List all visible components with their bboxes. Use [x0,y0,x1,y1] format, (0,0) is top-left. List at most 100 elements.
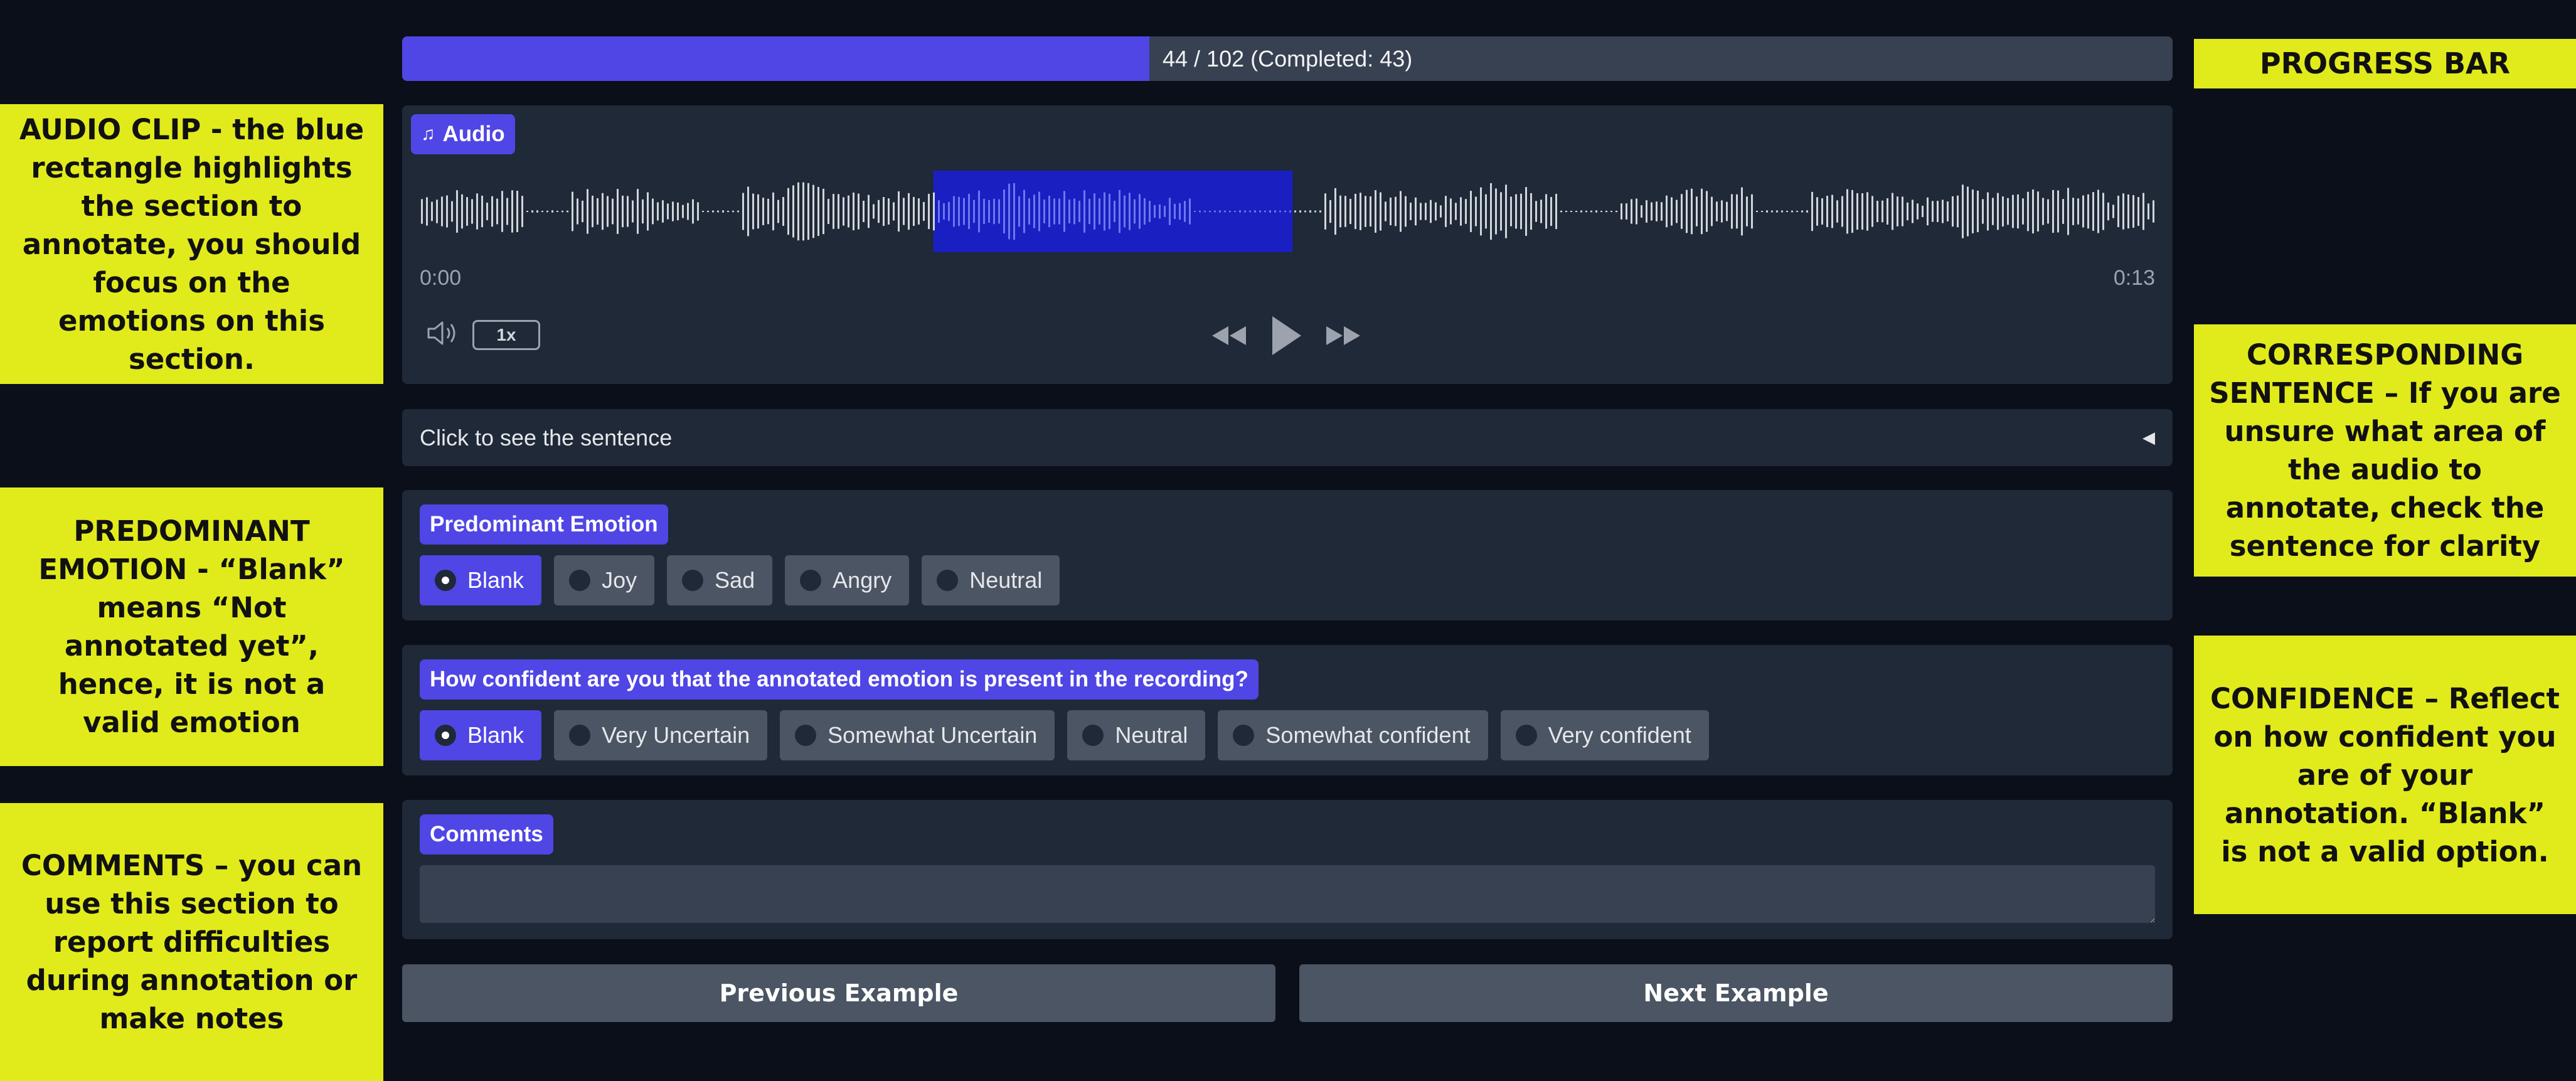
radio-button[interactable] [569,725,591,746]
confidence-option-very-confident[interactable]: Very confident [1500,710,1709,760]
waveform-bar [426,197,428,226]
next-example-button[interactable]: Next Example [1299,964,2173,1022]
radio-button[interactable] [795,725,817,746]
radio-button[interactable] [682,570,704,591]
radio-button[interactable] [1082,725,1104,746]
waveform-bar [1992,198,1994,225]
waveform-bar [1686,189,1688,233]
waveform-bar [1902,196,1903,226]
waveform-bar [1104,192,1105,231]
waveform-bar [1711,196,1713,226]
waveform-bar [1610,211,1612,212]
audio-waveform[interactable] [420,171,2155,252]
waveform-bar [2142,193,2144,230]
radio-button[interactable] [435,570,456,591]
confidence-option-very-uncertain[interactable]: Very Uncertain [554,710,768,760]
waveform-bar [2017,194,2019,229]
emotion-option-label: Joy [602,567,637,593]
waveform-bar [797,182,799,241]
waveform-bar [697,202,699,221]
waveform-bar [1987,192,1989,231]
waveform-bar [1159,204,1161,219]
confidence-option-neutral[interactable]: Neutral [1067,710,1206,760]
waveform-bar [1048,195,1050,228]
waveform-bar [1490,183,1492,240]
radio-button[interactable] [1233,725,1255,746]
waveform-bar [752,193,754,230]
waveform-bar [1751,194,1753,229]
radio-button[interactable] [937,570,959,591]
waveform-bar [1816,197,1818,226]
emotion-option-angry[interactable]: Angry [785,555,910,605]
waveform-bar [782,196,784,226]
waveform-bar [888,198,890,225]
emotion-option-blank[interactable]: Blank [420,555,542,605]
radio-button[interactable] [1515,725,1537,746]
emotion-option-joy[interactable]: Joy [554,555,655,605]
waveform-bar [672,201,674,221]
waveform-bar [2012,194,2014,228]
waveform-bar [1470,191,1472,232]
fast-forward-icon[interactable] [1324,314,1363,358]
waveform-bar [1626,203,1627,220]
waveform-bar [1957,195,1959,228]
rewind-icon[interactable] [1210,314,1248,358]
waveform-bar [1244,210,1246,213]
emotion-option-sad[interactable]: Sad [667,555,773,605]
waveform-bar [1796,211,1798,212]
waveform-bar [948,201,950,221]
waveform-bar [1912,200,1913,223]
waveform-bar [1425,203,1427,220]
waveform-bar [1370,196,1371,227]
waveform-bar [1194,211,1196,212]
waveform-bar [622,195,624,228]
waveform-bar [933,192,935,231]
radio-button[interactable] [569,570,591,591]
radio-button[interactable] [800,570,822,591]
waveform-bar [1114,201,1115,222]
waveform-bar [1776,210,1778,213]
waveform-bar [506,198,508,225]
waveform-bar [531,210,533,213]
waveform-bar [998,199,1000,224]
waveform-bar [1641,205,1642,218]
note-confidence: CONFIDENCE – Reflect on how confident yo… [2194,636,2576,914]
sentence-toggle[interactable]: Click to see the sentence ◀ [402,409,2173,466]
audio-player: ♫ Audio 0:00 0:13 1x [402,105,2173,384]
waveform-bar [662,200,664,223]
waveform-bar [551,210,553,213]
confidence-option-somewhat-confident[interactable]: Somewhat confident [1218,710,1488,760]
waveform-bar [1033,194,1035,228]
waveform-bar [572,191,573,232]
note-progress-text: PROGRESS BAR [2259,46,2511,80]
comments-input[interactable] [420,865,2155,923]
waveform-bar [1636,198,1637,225]
playback-speed-button[interactable]: 1x [472,320,540,350]
waveform-bar [1008,183,1010,240]
waveform-bar [627,196,629,227]
waveform-bar [1676,200,1678,223]
waveform-bar [1555,193,1557,230]
waveform-bar [1199,210,1201,213]
waveform-bar [1575,211,1577,212]
waveform-bar [541,211,543,212]
waveform-bar [1952,196,1954,227]
progress-fill [402,36,1149,81]
waveform-bar [1856,193,1858,230]
waveform-bar [1962,184,1964,238]
waveform-bar [1063,191,1065,232]
waveform-bar [1038,191,1040,232]
waveform-bar [546,210,548,213]
confidence-option-blank[interactable]: Blank [420,710,542,760]
waveform-bar [1530,193,1532,230]
radio-button[interactable] [435,725,456,746]
waveform-bar [2117,195,2119,228]
waveform-bar [1109,193,1110,230]
emotion-option-neutral[interactable]: Neutral [922,555,1060,605]
confidence-option-somewhat-uncertain[interactable]: Somewhat Uncertain [780,710,1055,760]
previous-example-button[interactable]: Previous Example [402,964,1275,1022]
waveform-bar [1535,201,1537,222]
volume-icon[interactable] [426,317,461,349]
waveform-bar [918,198,920,225]
play-icon[interactable] [1266,314,1305,358]
